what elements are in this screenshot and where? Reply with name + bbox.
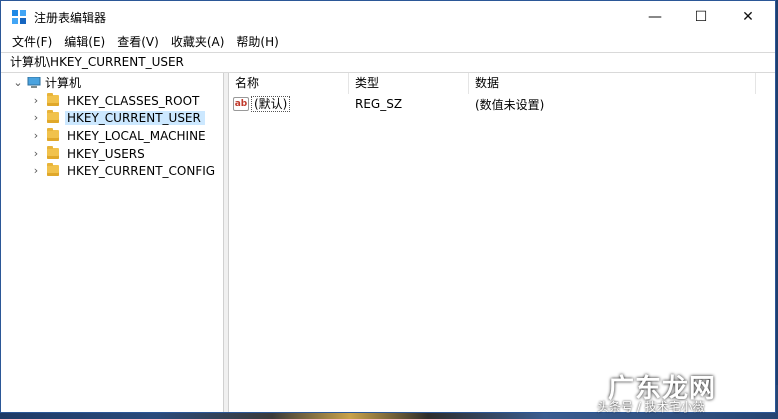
column-header-type[interactable]: 类型 xyxy=(349,73,469,94)
tree-pane: ⌄ 计算机 › HKEY_CLASSES_ROOT › HKEY_CURRENT… xyxy=(1,73,224,412)
chevron-right-icon[interactable]: › xyxy=(29,164,43,177)
tree-item-hkey-local-machine[interactable]: › HKEY_LOCAL_MACHINE xyxy=(29,127,208,144)
value-name: (默认) xyxy=(251,96,291,112)
tree-item-label: HKEY_CURRENT_CONFIG xyxy=(67,163,216,178)
chevron-right-icon[interactable]: › xyxy=(29,94,43,107)
list-row[interactable]: ab (默认) REG_SZ (数值未设置) xyxy=(229,95,775,113)
menu-view[interactable]: 查看(V) xyxy=(111,32,165,52)
close-button[interactable]: ✕ xyxy=(724,1,772,32)
tree-item-hkey-classes-root[interactable]: › HKEY_CLASSES_ROOT xyxy=(29,92,201,109)
tree-item-label: HKEY_LOCAL_MACHINE xyxy=(67,128,206,143)
registry-editor-app-icon xyxy=(12,10,26,24)
column-header-name[interactable]: 名称 xyxy=(229,73,349,94)
computer-icon xyxy=(27,76,41,88)
folder-icon xyxy=(47,93,59,106)
folder-icon xyxy=(47,128,59,141)
list-header: 名称 类型 数据 xyxy=(229,73,775,94)
value-type: REG_SZ xyxy=(355,97,403,111)
maximize-button[interactable]: ☐ xyxy=(677,1,725,32)
folder-icon xyxy=(47,163,59,176)
menu-help[interactable]: 帮助(H) xyxy=(230,32,284,52)
menu-edit[interactable]: 编辑(E) xyxy=(58,32,111,52)
menu-bar: 文件(F) 编辑(E) 查看(V) 收藏夹(A) 帮助(H) xyxy=(1,32,775,52)
value-data: (数值未设置) xyxy=(475,97,545,112)
chevron-right-icon[interactable]: › xyxy=(29,111,43,124)
tree-item-hkey-current-config[interactable]: › HKEY_CURRENT_CONFIG xyxy=(29,162,217,179)
tree-root-computer[interactable]: ⌄ 计算机 xyxy=(11,74,81,91)
chevron-down-icon[interactable]: ⌄ xyxy=(11,76,25,89)
chevron-right-icon[interactable]: › xyxy=(29,147,43,160)
chevron-right-icon[interactable]: › xyxy=(29,129,43,142)
tree-item-hkey-users[interactable]: › HKEY_USERS xyxy=(29,145,147,162)
value-name-cell: ab (默认) xyxy=(229,96,349,112)
tree-item-label: HKEY_USERS xyxy=(67,146,145,161)
values-list-pane: 名称 类型 数据 ab (默认) REG_SZ (数值未设置) xyxy=(229,73,775,412)
menu-file[interactable]: 文件(F) xyxy=(6,32,58,52)
watermark-subtext: 头条号 / 技术宅小薇 xyxy=(597,400,705,414)
tree-root-label: 计算机 xyxy=(45,76,82,90)
minimize-button[interactable]: — xyxy=(631,1,679,32)
registry-editor-window: 注册表编辑器 — ☐ ✕ 文件(F) 编辑(E) 查看(V) 收藏夹(A) 帮助… xyxy=(0,0,776,413)
panes: ⌄ 计算机 › HKEY_CLASSES_ROOT › HKEY_CURRENT… xyxy=(1,73,775,412)
title-bar[interactable]: 注册表编辑器 — ☐ ✕ xyxy=(1,1,775,32)
folder-icon xyxy=(47,110,59,123)
tree-item-hkey-current-user[interactable]: › HKEY_CURRENT_USER xyxy=(29,109,205,126)
tree-item-label: HKEY_CURRENT_USER xyxy=(65,110,205,125)
string-value-icon: ab xyxy=(233,97,249,111)
menu-favorites[interactable]: 收藏夹(A) xyxy=(165,32,231,52)
folder-icon xyxy=(47,146,59,159)
column-header-data[interactable]: 数据 xyxy=(469,73,756,94)
address-bar[interactable]: 计算机\HKEY_CURRENT_USER xyxy=(1,52,775,73)
window-title: 注册表编辑器 xyxy=(34,11,107,25)
tree-item-label: HKEY_CLASSES_ROOT xyxy=(67,93,200,108)
